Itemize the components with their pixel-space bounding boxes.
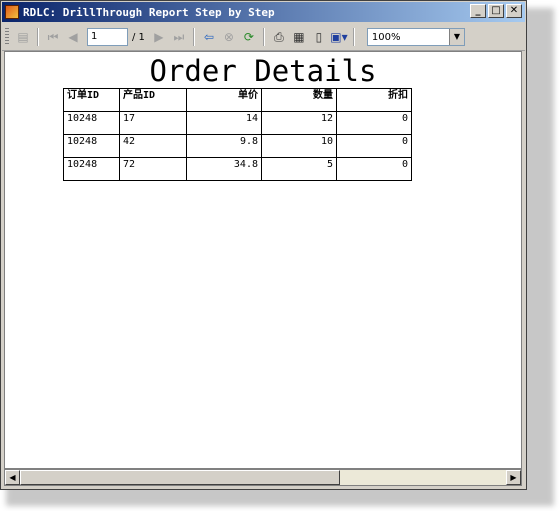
maximize-button[interactable]: □ xyxy=(488,4,504,18)
scroll-right-icon[interactable]: ▶ xyxy=(506,470,521,485)
scroll-left-icon[interactable]: ◀ xyxy=(5,470,20,485)
table-row: 10248 17 14 12 0 xyxy=(63,111,412,135)
zoom-select[interactable]: 100% ▼ xyxy=(366,28,465,46)
app-icon xyxy=(5,5,19,19)
stop-icon[interactable]: ⊗ xyxy=(220,28,238,46)
table-cell: 34.8 xyxy=(186,157,262,181)
page-setup-icon[interactable]: ▯ xyxy=(310,28,328,46)
print-layout-icon[interactable]: ▦ xyxy=(290,28,308,46)
table-cell: 5 xyxy=(261,157,337,181)
export-icon[interactable]: ▣▾ xyxy=(330,28,348,46)
document-map-icon[interactable]: ▤ xyxy=(14,28,32,46)
column-header: 产品ID xyxy=(119,88,187,112)
column-header: 订单ID xyxy=(63,88,120,112)
next-page-icon[interactable]: ▶ xyxy=(150,28,168,46)
back-icon[interactable]: ⇦ xyxy=(200,28,218,46)
column-header: 单价 xyxy=(186,88,262,112)
table-cell: 14 xyxy=(186,111,262,135)
table-header-row: 订单ID 产品ID 单价 数量 折扣 xyxy=(63,88,412,112)
toolbar-separator xyxy=(192,28,195,46)
last-page-icon[interactable]: ⏭ xyxy=(170,28,188,46)
title-bar[interactable]: RDLC: DrillThrough Report Step by Step _… xyxy=(2,2,525,22)
column-header: 数量 xyxy=(261,88,337,112)
table-cell: 10248 xyxy=(63,157,120,181)
table-cell: 12 xyxy=(261,111,337,135)
close-button[interactable]: ✕ xyxy=(506,4,522,18)
order-details-table: 订单ID 产品ID 单价 数量 折扣 10248 17 14 12 0 1024… xyxy=(63,88,412,181)
table-cell: 17 xyxy=(119,111,187,135)
window-controls: _ □ ✕ xyxy=(470,4,522,18)
previous-page-icon[interactable]: ◀ xyxy=(64,28,82,46)
zoom-value: 100% xyxy=(371,32,401,43)
table-row: 10248 72 34.8 5 0 xyxy=(63,157,412,181)
page-count-label: / 1 xyxy=(132,31,145,43)
current-page-input[interactable]: 1 xyxy=(87,28,128,46)
report-toolbar: ▤ ⏮ ◀ 1 / 1 ▶ ⏭ ⇦ ⊗ ⟳ ⎙ ▦ ▯ ▣▾ 100% ▼ xyxy=(2,24,525,51)
table-cell: 42 xyxy=(119,134,187,158)
toolbar-separator xyxy=(262,28,265,46)
toolbar-separator xyxy=(352,28,355,46)
scrollbar-thumb[interactable] xyxy=(20,470,340,485)
table-cell: 10248 xyxy=(63,134,120,158)
table-cell: 0 xyxy=(336,157,412,181)
table-cell: 10248 xyxy=(63,111,120,135)
report-viewport[interactable]: Order Details 订单ID 产品ID 单价 数量 折扣 10248 1… xyxy=(4,51,522,469)
table-cell: 9.8 xyxy=(186,134,262,158)
minimize-button[interactable]: _ xyxy=(470,4,486,18)
table-cell: 72 xyxy=(119,157,187,181)
window-title: RDLC: DrillThrough Report Step by Step xyxy=(23,5,275,19)
toolbar-grip[interactable] xyxy=(5,28,9,46)
chevron-down-icon[interactable]: ▼ xyxy=(448,29,464,45)
table-cell: 0 xyxy=(336,134,412,158)
table-row: 10248 42 9.8 10 0 xyxy=(63,134,412,158)
toolbar-separator xyxy=(37,28,39,46)
report-title: Order Details xyxy=(149,54,377,88)
column-header: 折扣 xyxy=(336,88,412,112)
refresh-icon[interactable]: ⟳ xyxy=(240,28,258,46)
table-cell: 10 xyxy=(261,134,337,158)
print-icon[interactable]: ⎙ xyxy=(270,28,288,46)
report-viewer-window: RDLC: DrillThrough Report Step by Step _… xyxy=(0,0,527,490)
first-page-icon[interactable]: ⏮ xyxy=(44,28,62,46)
table-cell: 0 xyxy=(336,111,412,135)
horizontal-scrollbar[interactable]: ◀ ▶ xyxy=(4,469,522,486)
